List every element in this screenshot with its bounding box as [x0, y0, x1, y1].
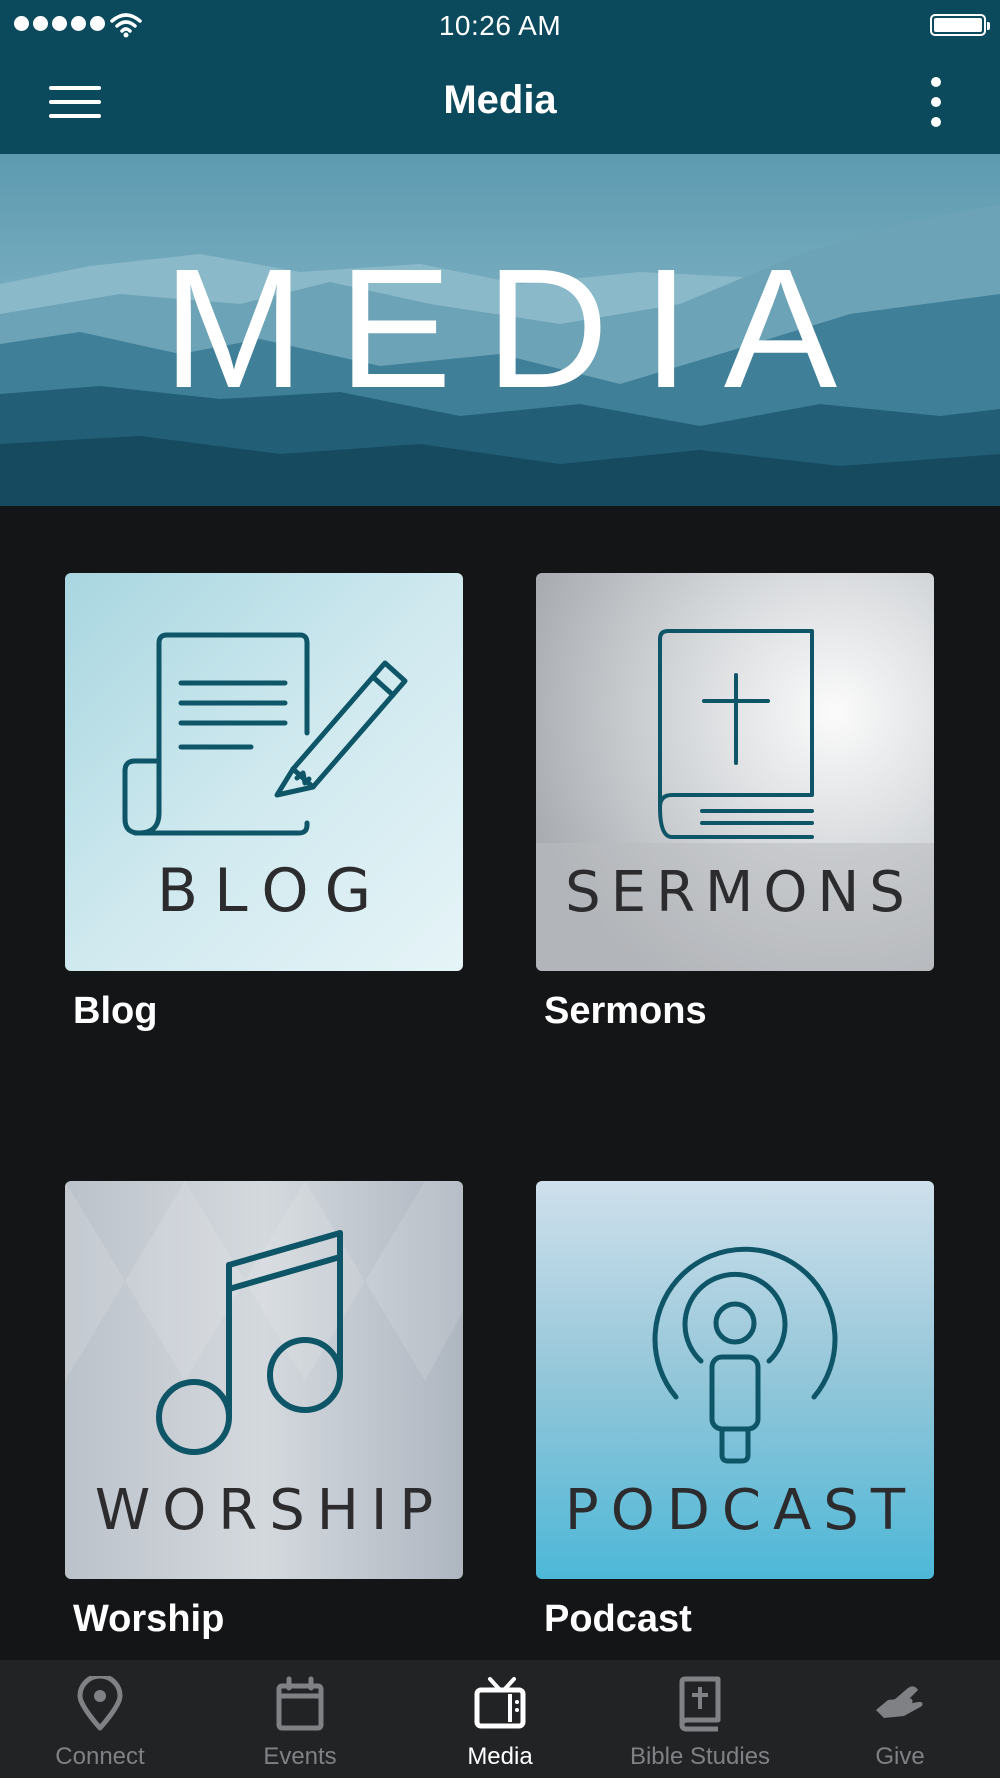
worship-tile[interactable]: WORSHIP [65, 1181, 463, 1579]
tab-label: Events [263, 1743, 337, 1770]
hamburger-menu-icon[interactable] [44, 82, 108, 122]
tab-label: Media [467, 1743, 533, 1770]
podcast-tile[interactable]: PODCAST [536, 1181, 934, 1579]
tab-label: Connect [55, 1743, 145, 1770]
page-title: Media [443, 78, 557, 122]
tile-caption: WORSHIP [94, 1478, 446, 1543]
more-options-icon[interactable] [916, 72, 956, 132]
status-time: 10:26 AM [438, 10, 562, 41]
tv-icon [474, 1677, 526, 1729]
worship-label[interactable]: Worship [73, 1598, 224, 1641]
sermons-tile[interactable]: SERMONS [536, 573, 934, 971]
tile-caption: SERMONS [565, 860, 915, 925]
hero-title: MEDIA [162, 234, 872, 424]
tab-connect[interactable]: Connect [0, 1660, 200, 1778]
tab-label: Give [875, 1743, 925, 1770]
sermons-label[interactable]: Sermons [544, 990, 707, 1033]
battery-icon [930, 14, 990, 36]
giving-hand-icon [876, 1686, 923, 1718]
status-bar: 10:26 AM [0, 0, 1000, 50]
tab-label: Bible Studies [629, 1743, 771, 1770]
tab-give[interactable]: Give [800, 1660, 1000, 1778]
tab-events[interactable]: Events [200, 1660, 400, 1778]
app-bar: Media [0, 50, 1000, 154]
calendar-icon [276, 1676, 324, 1731]
hero-banner: MEDIA [0, 154, 1000, 506]
blog-label[interactable]: Blog [73, 990, 157, 1033]
tile-caption: PODCAST [564, 1478, 918, 1543]
location-pin-icon [77, 1676, 123, 1731]
bottom-tab-bar: Connect Events Media Bible Studies Give [0, 1660, 1000, 1778]
tab-media[interactable]: Media [400, 1660, 600, 1778]
bible-icon [679, 1676, 721, 1732]
tile-caption: BLOG [156, 856, 388, 926]
blog-tile[interactable]: BLOG [65, 573, 463, 971]
podcast-label[interactable]: Podcast [544, 1598, 692, 1641]
tab-bible-studies[interactable]: Bible Studies [600, 1660, 800, 1778]
